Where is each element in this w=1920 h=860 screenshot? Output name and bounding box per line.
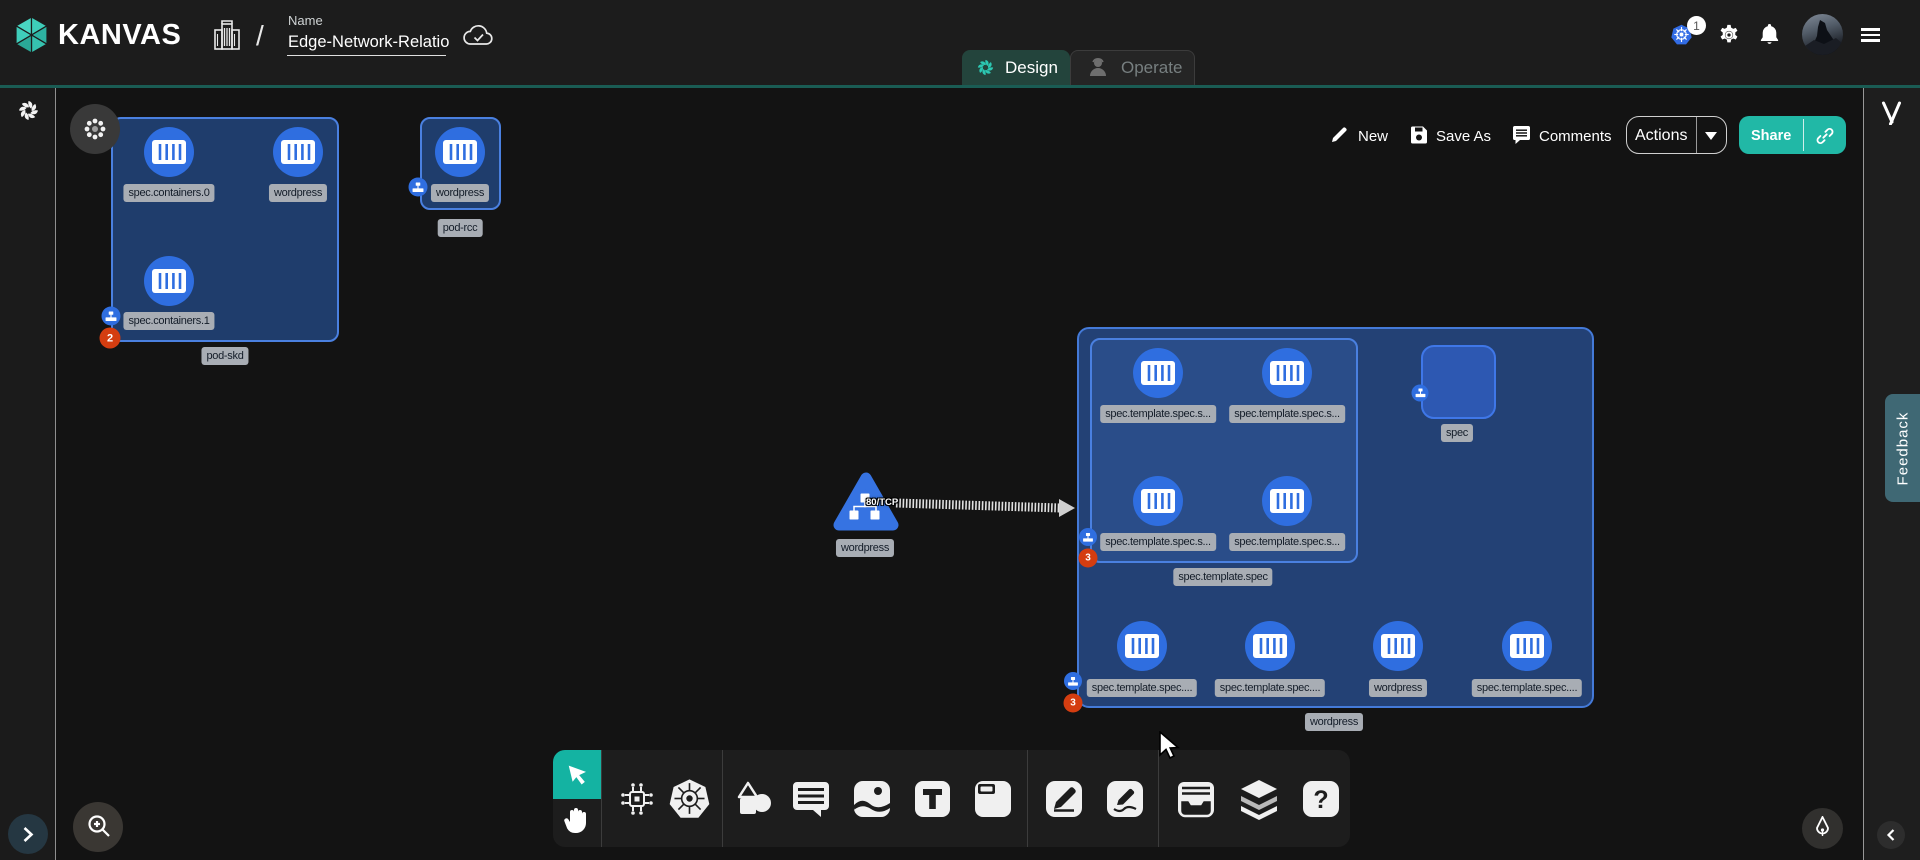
svg-text:?: ? xyxy=(1313,786,1328,814)
